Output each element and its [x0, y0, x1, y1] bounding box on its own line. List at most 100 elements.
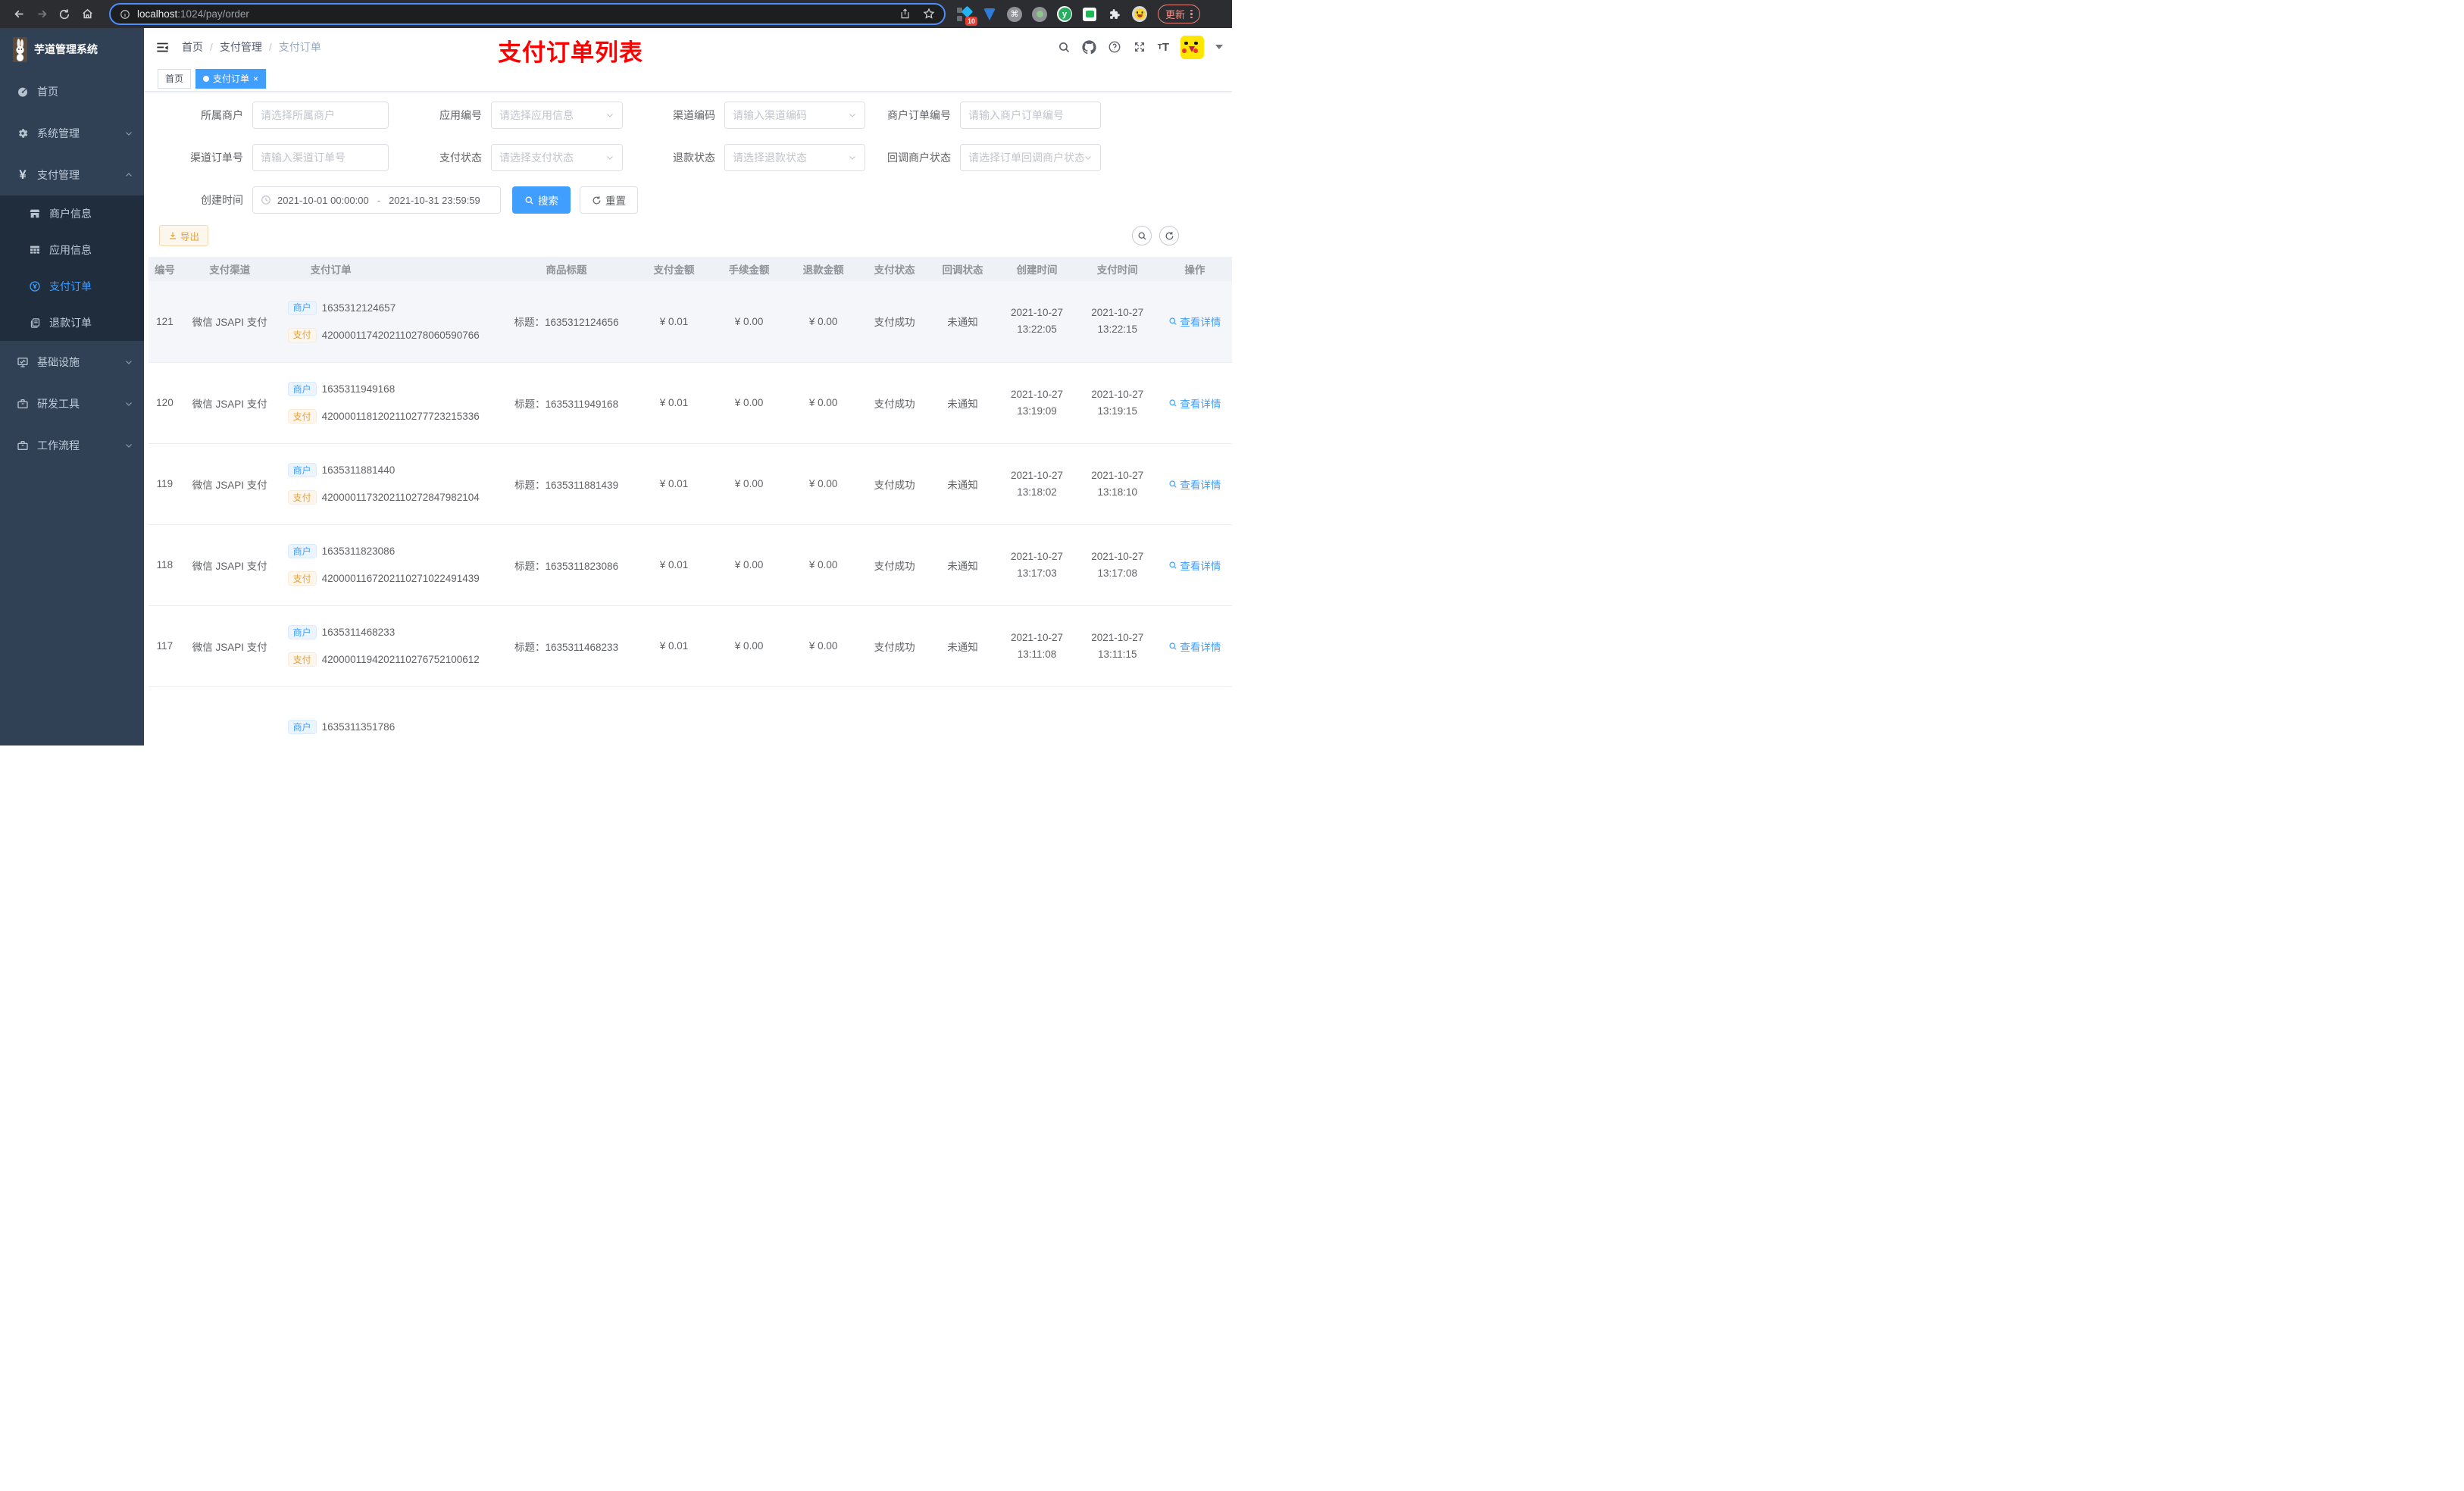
- cell-pay-status: 支付成功: [860, 605, 929, 687]
- user-avatar[interactable]: [1180, 35, 1204, 59]
- export-button[interactable]: 导出: [159, 225, 209, 246]
- merchant-tag: 商户: [287, 300, 317, 315]
- sidebar-menu: 首页 系统管理 ¥ 支付管理 商户信息 应用信息 支付订单 退款订单 基础设施 …: [0, 70, 144, 466]
- extension-tabs-icon[interactable]: 10: [957, 5, 977, 26]
- merchant-order-no: 1635312124657: [321, 302, 396, 314]
- tab-home[interactable]: 首页: [158, 68, 192, 89]
- extensions-puzzle-icon[interactable]: [1107, 7, 1122, 22]
- channel-order-no-field[interactable]: [261, 152, 380, 164]
- sidebar-item-merchant-info[interactable]: 商户信息: [0, 195, 144, 232]
- sidebar-item-refund-order[interactable]: 退款订单: [0, 305, 144, 341]
- sidebar: 芋道管理系统 首页 系统管理 ¥ 支付管理 商户信息 应用信息 支付订单 退款订…: [0, 28, 144, 746]
- callback-status-select[interactable]: 请选择订单回调商户状态: [960, 144, 1101, 171]
- bookmark-star-icon[interactable]: [923, 8, 935, 21]
- sidebar-item-pay-order[interactable]: 支付订单: [0, 268, 144, 305]
- reset-button[interactable]: 重置: [580, 186, 638, 214]
- site-info-icon[interactable]: [120, 9, 130, 20]
- sidebar-logo[interactable]: 芋道管理系统: [0, 28, 144, 70]
- close-icon[interactable]: ×: [253, 73, 258, 84]
- help-icon[interactable]: [1108, 40, 1121, 54]
- browser-home-icon[interactable]: [76, 4, 98, 25]
- date-start[interactable]: 2021-10-01 00:00:00: [277, 195, 369, 206]
- pay-status-select[interactable]: 请选择支付状态: [491, 144, 623, 171]
- refund-status-select[interactable]: 请选择退款状态: [724, 144, 865, 171]
- sidebar-item-infrastructure[interactable]: 基础设施: [0, 341, 144, 383]
- github-icon[interactable]: [1082, 39, 1096, 55]
- cell-refund-amount: ¥ 0.00: [786, 362, 861, 444]
- merchant-order-no-input[interactable]: [960, 102, 1101, 129]
- browser-menu-icon[interactable]: [1190, 9, 1193, 19]
- table-row[interactable]: 118 微信 JSAPI 支付 商户 1635311823086 支付 420000…: [149, 524, 1232, 606]
- table-row[interactable]: 117 微信 JSAPI 支付 商户 1635311468233 支付 420000…: [149, 605, 1232, 687]
- cell-title: 标题：1635311949168: [496, 362, 636, 444]
- table-row[interactable]: 119 微信 JSAPI 支付 商户 1635311881440 支付 420000…: [149, 443, 1232, 525]
- sidebar-item-dev-tools[interactable]: 研发工具: [0, 383, 144, 424]
- create-time-range-picker[interactable]: 2021-10-01 00:00:00 - 2021-10-31 23:59:5…: [252, 186, 501, 214]
- browser-reload-icon[interactable]: [53, 4, 76, 25]
- tab-pay-order[interactable]: 支付订单 ×: [195, 68, 267, 89]
- sidebar-item-label: 工作流程: [37, 439, 80, 452]
- channel-order-no-input[interactable]: [252, 144, 389, 171]
- cell-refund-amount: ¥ 0.00: [786, 605, 861, 687]
- extension-command-icon[interactable]: ⌘: [1007, 6, 1022, 22]
- breadcrumb-home[interactable]: 首页: [182, 39, 203, 55]
- search-button[interactable]: 搜索: [512, 186, 571, 214]
- extension-recorder-icon[interactable]: [1032, 6, 1047, 22]
- browser-back-icon[interactable]: [8, 4, 30, 25]
- table-row[interactable]: 121 微信 JSAPI 支付 商户 1635312124657 支付 420000…: [149, 281, 1232, 363]
- search-icon[interactable]: [1058, 41, 1071, 54]
- breadcrumb-pay-manage[interactable]: 支付管理: [220, 39, 262, 55]
- address-bar[interactable]: localhost:1024/pay/order: [109, 3, 946, 25]
- view-detail-link[interactable]: 查看详情: [1168, 314, 1221, 329]
- view-detail-link[interactable]: 查看详情: [1168, 395, 1221, 411]
- avatar-caret-icon[interactable]: [1215, 45, 1223, 49]
- cell-create-time: 2021-10-27 13:17:03: [996, 524, 1077, 606]
- sidebar-item-home[interactable]: 首页: [0, 70, 144, 112]
- sidebar-item-app-info[interactable]: 应用信息: [0, 232, 144, 268]
- cell-create-time: 2021-10-27 13:19:09: [996, 362, 1077, 444]
- col-channel: 支付渠道: [180, 257, 279, 281]
- refresh-button[interactable]: [1159, 226, 1179, 245]
- view-detail-link[interactable]: 查看详情: [1168, 558, 1221, 573]
- sidebar-toggle-icon[interactable]: [155, 40, 170, 55]
- cell-notify-status: [928, 686, 997, 746]
- cell-create-time: 2021-10-27 13:18:02: [996, 443, 1077, 525]
- chevron-down-icon: [605, 111, 614, 120]
- app-no-select[interactable]: 请选择应用信息: [491, 102, 623, 129]
- sidebar-item-payment[interactable]: ¥ 支付管理: [0, 154, 144, 195]
- merchant-order-no-field[interactable]: [968, 109, 1093, 121]
- cell-id: 120: [149, 362, 181, 444]
- extension-emoji-icon[interactable]: [1132, 6, 1147, 22]
- toggle-search-button[interactable]: [1132, 226, 1152, 245]
- field-label-merchant-order-no: 商户订单编号: [887, 109, 951, 121]
- select-placeholder: 请选择退款状态: [733, 152, 807, 164]
- share-icon[interactable]: [899, 8, 911, 21]
- tab-label: 支付订单: [213, 73, 250, 84]
- field-label-app-no: 应用编号: [439, 109, 482, 121]
- cell-id: 121: [149, 281, 181, 363]
- merchant-input[interactable]: [252, 102, 389, 129]
- merchant-input-field[interactable]: [261, 109, 380, 121]
- browser-forward-icon[interactable]: [30, 4, 53, 25]
- fullscreen-icon[interactable]: [1133, 40, 1146, 54]
- logo-rabbit-image: [13, 36, 27, 62]
- select-placeholder: 请选择应用信息: [499, 109, 574, 121]
- gear-icon: [17, 127, 29, 139]
- extension-y-icon[interactable]: y: [1057, 6, 1072, 22]
- date-end[interactable]: 2021-10-31 23:59:59: [389, 195, 480, 206]
- extension-kite-icon[interactable]: [982, 7, 997, 22]
- channel-code-select[interactable]: 请输入渠道编码: [724, 102, 865, 129]
- extension-chat-icon[interactable]: [1082, 7, 1097, 22]
- cell-refund-amount: [786, 686, 861, 746]
- sidebar-item-workflow[interactable]: 工作流程: [0, 424, 144, 466]
- font-size-icon[interactable]: TT: [1158, 41, 1169, 54]
- view-detail-link[interactable]: 查看详情: [1168, 477, 1221, 492]
- sidebar-item-system[interactable]: 系统管理: [0, 112, 144, 154]
- breadcrumb-separator: /: [268, 41, 272, 53]
- col-notify-status: 回调状态: [928, 257, 997, 281]
- table-row[interactable]: 120 微信 JSAPI 支付 商户 1635311949168 支付 420000…: [149, 362, 1232, 444]
- merchant-order-no: 1635311468233: [321, 627, 396, 638]
- view-detail-link[interactable]: 查看详情: [1168, 639, 1221, 654]
- browser-update-button[interactable]: 更新: [1158, 5, 1200, 23]
- table-row-partial[interactable]: 商户 1635311351786: [149, 686, 1232, 746]
